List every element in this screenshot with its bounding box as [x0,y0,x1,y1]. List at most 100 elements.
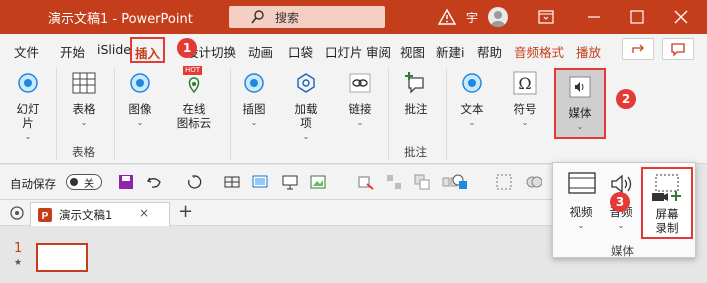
illustrations-button[interactable]: 插图 ⌄ [234,68,274,130]
tab-animations[interactable]: 动画 [248,42,273,61]
step-badge-3: 3 [610,192,630,212]
svg-text:P: P [42,211,49,222]
speaker-icon [567,74,593,100]
media-label: 媒体 [568,106,592,120]
tab-review[interactable]: 审阅 [366,42,391,61]
links-button[interactable]: 链接 ⌄ [340,68,380,130]
picture-icon[interactable] [310,174,326,190]
minimize-icon[interactable] [585,8,603,26]
tab-playback[interactable]: 播放 [576,42,601,61]
svg-text:Ω: Ω [518,74,531,93]
chevron-down-icon: ⌄ [521,118,529,127]
new-slide-label: 幻灯 片 [16,102,40,130]
merge-shapes-icon[interactable] [526,174,542,190]
grid-icon[interactable] [224,174,240,190]
screen-record-label: 屏幕 录制 [655,207,679,235]
table-group-label: 表格 [72,145,95,159]
symbols-label: 符号 [513,102,537,116]
chevron-down-icon: ⌄ [250,118,258,127]
new-slide-button[interactable]: 幻灯 片 ⌄ [8,68,48,144]
format-icon[interactable] [358,174,374,190]
tab-new[interactable]: 新建i [436,42,464,61]
autosave-toggle[interactable]: 关 [66,174,102,190]
chevron-down-icon: ⌄ [136,118,144,127]
table-label: 表格 [72,102,96,116]
step-badge-2: 2 [616,89,636,109]
share-icon [632,44,644,53]
slideshow-icon[interactable] [282,174,298,190]
autosave-label: 自动保存 [10,177,56,191]
document-tab[interactable]: P 演示文稿1 × [30,202,170,226]
tab-home[interactable]: 开始 [60,42,85,61]
avatar[interactable] [488,7,508,27]
settings-icon[interactable] [9,205,25,221]
ribbon-display-icon[interactable] [537,8,555,26]
arrange-icon[interactable] [414,174,430,190]
tab-pocket-anim[interactable]: 口灯片 [325,42,363,61]
close-tab-icon[interactable]: × [139,206,149,220]
comment-group-label: 批注 [404,145,427,159]
comment-label: 批注 [404,102,428,116]
online-icon-icon: HOT [181,66,207,96]
addins-button[interactable]: 加载 项 ⌄ [286,68,326,144]
tab-audio-format[interactable]: 音频格式 [514,42,564,61]
table-icon [71,70,97,96]
redo-icon[interactable] [186,174,202,190]
images-button[interactable]: 图像 ⌄ [120,68,160,130]
search-box[interactable]: 搜索 [229,6,385,28]
present-icon[interactable] [252,174,268,190]
search-placeholder: 搜索 [275,11,300,25]
text-button[interactable]: 文本 ⌄ [452,68,492,130]
user-name[interactable]: 宇 [466,9,478,26]
warning-icon[interactable] [438,8,456,26]
chevron-down-icon: ⌄ [24,132,32,141]
document-tabs: P 演示文稿1 × + [0,200,552,226]
ribbon-tabs: 文件 开始 iSlide 插入 设计 切换 动画 口袋 口灯片 审阅 视图 新建… [0,34,707,64]
table-button[interactable]: 表格 ⌄ [62,68,106,130]
video-icon [568,171,596,197]
chevron-down-icon: ⌄ [302,132,310,141]
selection-icon[interactable] [496,174,512,190]
video-button[interactable]: 视频 ⌄ [559,169,603,233]
tab-pocket[interactable]: 口袋 [288,42,313,61]
media-button[interactable]: 媒体 ⌄ [554,68,606,139]
tab-insert[interactable]: 插入 [130,37,165,63]
chevron-down-icon: ⌄ [617,221,625,230]
shapes-icon[interactable] [452,174,468,190]
add-tab-icon[interactable]: + [178,201,193,222]
tab-transitions[interactable]: 切换 [211,42,236,61]
share-button[interactable] [622,38,654,60]
undo-icon[interactable] [146,174,162,190]
tab-view[interactable]: 视图 [400,42,425,61]
hot-badge: HOT [183,66,203,75]
screen-recording-button[interactable]: 屏幕 录制 [641,167,693,239]
links-label: 链接 [348,102,372,116]
images-label: 图像 [128,102,152,116]
online-icons-button[interactable]: HOT 在线 图标云 [168,66,220,130]
slide-panel: 1 ★ [0,226,552,283]
slide-thumbnail[interactable] [36,243,88,272]
text-icon [459,70,485,96]
addins-icon [293,70,319,96]
save-icon[interactable] [118,174,134,190]
tab-islide[interactable]: iSlide [97,42,131,57]
search-icon [251,10,264,24]
new-slide-icon [15,70,41,96]
maximize-icon[interactable] [628,8,646,26]
step-badge-1: 1 [177,38,197,58]
title-bar: 演示文稿1 - PowerPoint 搜索 宇 [0,0,707,34]
illustration-icon [241,70,267,96]
symbols-button[interactable]: Ω 符号 ⌄ [504,68,546,130]
close-icon[interactable] [672,8,690,26]
tab-file[interactable]: 文件 [14,42,39,61]
screen-record-icon [650,173,684,203]
video-label: 视频 [569,205,593,219]
omega-icon: Ω [512,70,538,96]
layout-icon[interactable] [386,174,402,190]
text-label: 文本 [460,102,484,116]
comments-button[interactable] [662,38,694,60]
chevron-down-icon: ⌄ [576,122,584,131]
tab-help[interactable]: 帮助 [477,42,502,61]
powerpoint-icon: P [38,208,52,222]
comment-button[interactable]: 批注 [396,68,436,116]
